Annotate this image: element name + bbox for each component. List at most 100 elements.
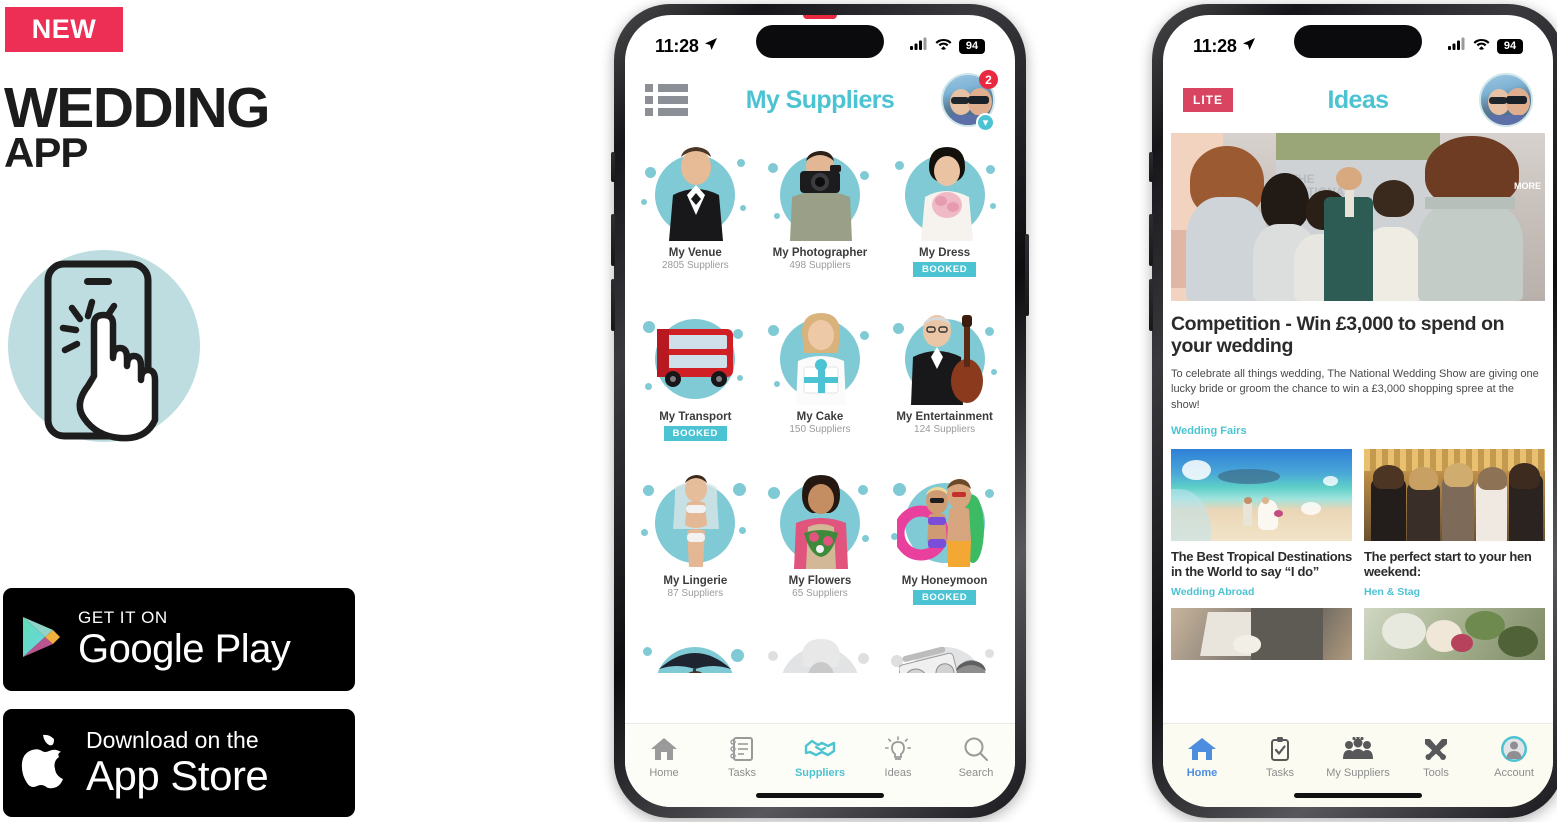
home-icon	[1163, 734, 1241, 764]
tap-phone-icon	[30, 258, 210, 448]
tab-home[interactable]: Home	[1163, 734, 1241, 779]
phone2-volume-down-button[interactable]	[1149, 279, 1153, 331]
boombox-dj-illustration	[890, 633, 999, 673]
tab-home[interactable]: Home	[625, 734, 703, 779]
tab-label: My Suppliers	[1326, 767, 1390, 779]
groom-buttonhole-photo[interactable]	[1171, 607, 1352, 660]
notepad-icon	[703, 734, 781, 764]
notification-badge: 2	[979, 70, 998, 89]
app-store-big-label: App Store	[86, 751, 269, 799]
location-arrow-icon	[1242, 37, 1256, 56]
promo-panel: NEW WEDDING APP GET IT ON Google Play Do…	[0, 0, 560, 822]
article-category-tag[interactable]: Wedding Abroad	[1171, 586, 1352, 598]
supplier-name: My Photographer	[772, 247, 868, 259]
supplier-name: My Lingerie	[663, 575, 728, 587]
promo-title-line1: WEDDING	[4, 76, 270, 140]
clipboard-check-icon	[1241, 734, 1319, 764]
ideas-feed[interactable]: THE NATIONAL WEDDING SHOW	[1163, 133, 1553, 705]
supplier-name: My Entertainment	[896, 411, 993, 423]
supplier-card-photographer[interactable]: My Photographer 498 Suppliers	[758, 133, 883, 279]
supplier-count: 87 Suppliers	[667, 588, 724, 599]
honeymoon-couple-illustration	[890, 469, 999, 573]
feature-category-tag[interactable]: Wedding Fairs	[1171, 425, 1545, 437]
tab-label: Ideas	[884, 767, 912, 779]
phone-mockup-suppliers: 11:28 94 My Suppliers 2 ▾ My Venue 2805 …	[611, 4, 1029, 818]
avatar[interactable]: 2 ▾	[941, 70, 998, 132]
supplier-card-chef[interactable]	[758, 625, 883, 673]
supplier-name: My Venue	[668, 247, 722, 259]
tab-ideas[interactable]: Ideas	[859, 734, 937, 779]
supplier-card-honeymoon[interactable]: My Honeymoon BOOKED	[882, 461, 1007, 607]
supplier-card-lingerie[interactable]: My Lingerie 87 Suppliers	[633, 461, 758, 607]
feature-title[interactable]: Competition - Win £3,000 to spend on you…	[1171, 313, 1545, 358]
supplier-card-umbrella[interactable]	[633, 625, 758, 673]
google-play-badge[interactable]: GET IT ON Google Play	[3, 588, 355, 691]
article-title: The Best Tropical Destinations in the Wo…	[1171, 548, 1352, 580]
supplier-card-entertainment[interactable]: My Entertainment 124 Suppliers	[882, 297, 1007, 443]
supplier-count: 150 Suppliers	[789, 424, 851, 435]
article-card[interactable]: The perfect start to your hen weekend: H…	[1364, 448, 1545, 660]
google-play-small-label: GET IT ON	[78, 608, 168, 628]
phone2-volume-up-button[interactable]	[1149, 214, 1153, 266]
home-icon	[625, 734, 703, 764]
avatar[interactable]	[1479, 73, 1533, 127]
cellular-signal-icon	[910, 37, 928, 55]
cake-baker-illustration	[766, 305, 874, 409]
florist-illustration	[766, 469, 874, 573]
groom-illustration	[641, 141, 749, 245]
lingerie-model-illustration	[641, 469, 749, 573]
supplier-name: My Honeymoon	[901, 575, 988, 587]
tab-label: Home	[1186, 767, 1218, 779]
supplier-count: 65 Suppliers	[792, 588, 848, 599]
handshake-icon	[781, 734, 859, 764]
status-bar: 11:28 94	[1163, 15, 1553, 67]
phone1-volume-up-button[interactable]	[611, 214, 615, 266]
app-store-badge[interactable]: Download on the App Store	[3, 709, 355, 817]
supplier-name: My Flowers	[788, 575, 852, 587]
lite-badge: LITE	[1183, 88, 1233, 112]
new-badge: NEW	[5, 7, 123, 52]
supplier-card-cake[interactable]: My Cake 150 Suppliers	[758, 297, 883, 443]
supplier-card-venue[interactable]: My Venue 2805 Suppliers	[633, 133, 758, 279]
article-category-tag[interactable]: Hen & Stag	[1364, 586, 1545, 598]
supplier-card-transport[interactable]: My Transport BOOKED	[633, 297, 758, 443]
supplier-card-dress[interactable]: My Dress BOOKED	[882, 133, 1007, 279]
wifi-icon	[1473, 37, 1490, 55]
tab-my-suppliers[interactable]: My Suppliers	[1319, 734, 1397, 779]
tab-tools[interactable]: Tools	[1397, 734, 1475, 779]
article-card[interactable]: The Best Tropical Destinations in the Wo…	[1171, 448, 1352, 660]
chevron-down-icon[interactable]: ▾	[976, 113, 995, 132]
bottom-tab-bar[interactable]: Home Tasks	[1163, 723, 1553, 807]
people-group-icon	[1319, 734, 1397, 764]
status-badge: BOOKED	[912, 590, 977, 605]
list-view-icon[interactable]	[645, 84, 688, 116]
battery-indicator: 94	[959, 38, 985, 54]
bridal-bouquet-photo[interactable]	[1364, 607, 1545, 660]
cellist-illustration	[891, 305, 999, 409]
phone1-volume-down-button[interactable]	[611, 279, 615, 331]
account-avatar-icon	[1475, 734, 1553, 764]
supplier-card-flowers[interactable]: My Flowers 65 Suppliers	[758, 461, 883, 607]
bottom-tab-bar[interactable]: Home Tasks	[625, 723, 1015, 807]
article-card-list: The Best Tropical Destinations in the Wo…	[1171, 448, 1545, 660]
tab-label: Tasks	[727, 767, 757, 779]
tab-search[interactable]: Search	[937, 734, 1015, 779]
feature-body: To celebrate all things wedding, The Nat…	[1171, 367, 1539, 412]
supplier-row: My Lingerie 87 Suppliers My Flowers 65 S…	[633, 461, 1007, 607]
dynamic-island	[756, 25, 884, 58]
tab-label: Search	[958, 767, 994, 779]
tab-label: Tools	[1423, 767, 1449, 779]
tab-account[interactable]: Account	[1475, 734, 1553, 779]
phone2-mute-button[interactable]	[1149, 152, 1153, 182]
tab-tasks[interactable]: Tasks	[1241, 734, 1319, 779]
hero-image[interactable]: THE NATIONAL WEDDING SHOW	[1171, 133, 1545, 301]
cellular-signal-icon	[1448, 37, 1466, 55]
bride-dress-illustration	[891, 141, 999, 245]
tab-suppliers[interactable]: Suppliers	[781, 734, 859, 779]
supplier-card-dj[interactable]	[882, 625, 1007, 673]
supplier-name: My Transport	[659, 411, 732, 423]
tab-tasks[interactable]: Tasks	[703, 734, 781, 779]
phone1-mute-button[interactable]	[611, 152, 615, 182]
supplier-grid[interactable]: My Venue 2805 Suppliers My Photographer …	[625, 133, 1015, 673]
phone1-power-button[interactable]	[1025, 234, 1029, 316]
